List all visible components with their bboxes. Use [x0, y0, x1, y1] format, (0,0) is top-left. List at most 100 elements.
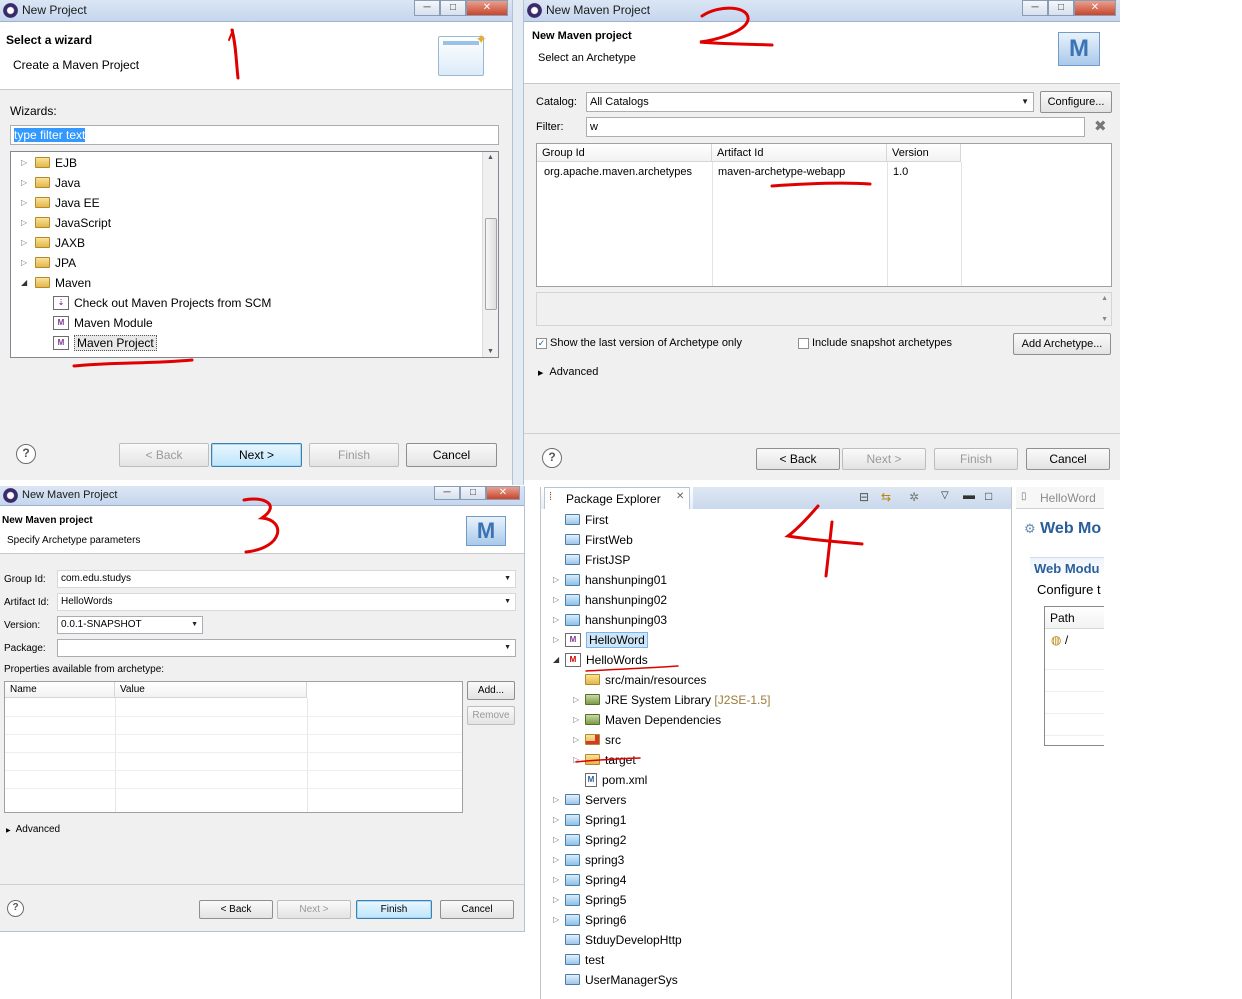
list-item[interactable]: ▷ Spring5 — [553, 890, 626, 910]
wizard-tree[interactable]: ▷ EJB ▷ Java ▷ Java EE ▷ JavaScript ▷ JAXB ▷ J… — [10, 151, 499, 358]
close-button[interactable]: ✕ — [1074, 0, 1116, 16]
catalog-select[interactable]: All Catalogs ▼ — [586, 92, 1034, 112]
list-item[interactable]: ▷ Spring1 — [553, 810, 626, 830]
advanced-toggle[interactable]: ▶ Advanced — [6, 824, 60, 835]
maximize-button[interactable]: □ — [440, 0, 466, 16]
list-item[interactable]: First — [565, 510, 608, 530]
tree-item-ejb[interactable]: ▷ EJB — [21, 153, 77, 173]
advanced-toggle[interactable]: ▶ Advanced — [538, 366, 598, 378]
list-item[interactable]: ▷ Spring6 — [553, 910, 626, 930]
tree-item-javascript[interactable]: ▷ JavaScript — [21, 213, 111, 233]
table-row[interactable]: ◍ / — [1051, 633, 1068, 647]
list-item[interactable]: Mpom.xml — [585, 770, 647, 790]
finish-button[interactable]: Finish — [356, 900, 432, 919]
clear-filter-icon[interactable]: ✖ — [1094, 117, 1107, 135]
minimize-button[interactable]: ─ — [434, 486, 460, 500]
minimize-view-icon[interactable]: ▬ — [963, 488, 975, 502]
column-header-version[interactable]: Version — [887, 144, 961, 162]
tree-item-jpa[interactable]: ▷ JPA — [21, 253, 76, 273]
filter-input[interactable]: type filter text — [10, 125, 499, 145]
close-button[interactable]: ✕ — [466, 0, 508, 16]
add-archetype-button[interactable]: Add Archetype... — [1013, 333, 1111, 355]
tree-item-maven-module[interactable]: M Maven Module — [53, 313, 153, 333]
remove-property-button[interactable]: Remove — [467, 706, 515, 725]
list-item[interactable]: ▷ hanshunping03 — [553, 610, 667, 630]
tree-item-jaxb[interactable]: ▷ JAXB — [21, 233, 85, 253]
list-item[interactable]: UserManagerSys — [565, 970, 678, 990]
minimize-button[interactable]: ─ — [1022, 0, 1048, 16]
editor-tab[interactable]: ▯ HelloWord — [1016, 487, 1104, 509]
path-table[interactable]: Path ◍ / — [1044, 606, 1104, 746]
list-item[interactable]: FristJSP — [565, 550, 630, 570]
tree-scrollbar[interactable]: ▲ ▼ — [482, 152, 498, 357]
finish-button[interactable]: Finish — [309, 443, 399, 467]
help-icon[interactable]: ? — [7, 900, 24, 917]
list-item[interactable]: ▷ Spring2 — [553, 830, 626, 850]
list-item[interactable]: ▷ Spring4 — [553, 870, 626, 890]
tree-item-maven[interactable]: ◢ Maven — [21, 273, 91, 293]
view-tab[interactable]: ⁞ Package Explorer ✕ — [544, 487, 690, 509]
cancel-button[interactable]: Cancel — [1026, 448, 1110, 470]
column-header-artifact-id[interactable]: Artifact Id — [712, 144, 887, 162]
list-item[interactable]: ▷ hanshunping02 — [553, 590, 667, 610]
list-item[interactable]: src/main/resources — [585, 670, 706, 690]
column-header-path[interactable]: Path — [1045, 607, 1104, 629]
table-row[interactable]: org.apache.maven.archetypes maven-archet… — [537, 163, 1111, 181]
list-item[interactable]: ▷ JRE System Library [J2SE-1.5] — [573, 690, 770, 710]
group-id-input[interactable]: com.edu.studys ▼ — [57, 570, 516, 588]
chevron-down-icon[interactable]: ▽ — [941, 490, 949, 501]
back-button[interactable]: < Back — [119, 443, 209, 467]
package-input[interactable]: ▼ — [57, 639, 516, 657]
cancel-button[interactable]: Cancel — [440, 900, 514, 919]
help-icon[interactable]: ? — [542, 448, 562, 468]
minimize-button[interactable]: ─ — [414, 0, 440, 16]
link-editor-icon[interactable]: ⇆ — [881, 490, 891, 504]
back-button[interactable]: < Back — [756, 448, 840, 470]
archetype-table[interactable]: Group Id Artifact Id Version org.apache.… — [536, 143, 1112, 287]
tree-item-checkout-scm[interactable]: ⇣ Check out Maven Projects from SCM — [53, 293, 271, 313]
list-item[interactable]: ▷ Maven Dependencies — [573, 710, 721, 730]
close-icon[interactable]: ✕ — [676, 491, 684, 502]
next-button[interactable]: Next > — [842, 448, 926, 470]
artifact-id-input[interactable]: HelloWords ▼ — [57, 593, 516, 611]
tree-item-java[interactable]: ▷ Java — [21, 173, 80, 193]
column-header-value[interactable]: Value — [115, 682, 307, 698]
list-item[interactable]: FirstWeb — [565, 530, 633, 550]
list-item[interactable]: ▷ spring3 — [553, 850, 624, 870]
help-icon[interactable]: ? — [16, 444, 36, 464]
next-button[interactable]: Next > — [211, 443, 302, 467]
add-property-button[interactable]: Add... — [467, 681, 515, 700]
list-item[interactable]: ◢ M HelloWords — [553, 650, 648, 670]
next-button[interactable]: Next > — [277, 900, 351, 919]
version-select[interactable]: 0.0.1-SNAPSHOT ▼ — [57, 616, 203, 634]
list-item[interactable]: ▷ target — [573, 750, 636, 770]
list-item[interactable]: ▷ src — [573, 730, 621, 750]
list-item[interactable]: ▷ M HelloWord — [553, 630, 648, 650]
tree-item-maven-project[interactable]: M Maven Project — [53, 333, 157, 353]
filter-input[interactable]: w — [586, 117, 1085, 137]
tree-item-java-ee[interactable]: ▷ Java EE — [21, 193, 100, 213]
back-button[interactable]: < Back — [199, 900, 273, 919]
list-item[interactable]: StduyDevelopHttp — [565, 930, 682, 950]
close-button[interactable]: ✕ — [486, 486, 520, 500]
maximize-button[interactable]: □ — [460, 486, 486, 500]
list-item[interactable]: test — [565, 950, 604, 970]
show-last-version-checkbox[interactable]: ✓ Show the last version of Archetype only — [536, 337, 742, 349]
cancel-button[interactable]: Cancel — [406, 443, 497, 467]
maximize-button[interactable]: □ — [1048, 0, 1074, 16]
column-header-name[interactable]: Name — [5, 682, 115, 698]
project-tree[interactable]: First FirstWeb FristJSP ▷ hanshunping01 ▷… — [541, 510, 1011, 999]
properties-table[interactable]: Name Value — [4, 681, 463, 813]
column-header-group-id[interactable]: Group Id — [537, 144, 712, 162]
finish-button[interactable]: Finish — [934, 448, 1018, 470]
configure-button[interactable]: Configure... — [1040, 91, 1112, 113]
include-snapshot-checkbox[interactable]: Include snapshot archetypes — [798, 337, 952, 349]
view-menu-icon[interactable]: ✲ — [909, 490, 919, 504]
list-item[interactable]: ▷ hanshunping01 — [553, 570, 667, 590]
maximize-view-icon[interactable]: □ — [985, 489, 992, 503]
section-header[interactable]: Web Modu — [1030, 557, 1104, 579]
folder-icon — [565, 954, 580, 966]
title-bar: New Maven Project ─ □ ✕ — [0, 486, 524, 506]
collapse-all-icon[interactable]: ⊟ — [859, 490, 869, 504]
list-item[interactable]: ▷ Servers — [553, 790, 626, 810]
